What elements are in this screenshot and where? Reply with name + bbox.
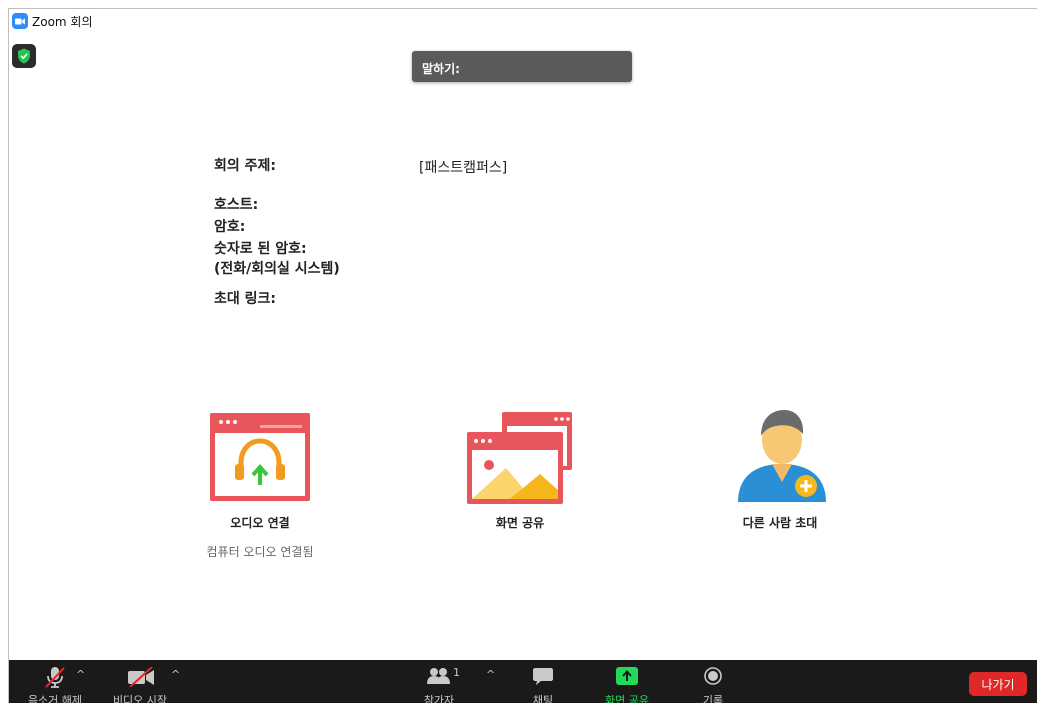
numeric-password-sublabel: (전화/회의실 시스템) [214, 261, 340, 277]
headphones-upload-icon [210, 413, 310, 501]
chat-button[interactable]: 채팅 [523, 660, 563, 703]
topic-value: [패스트캠퍼스] [419, 160, 508, 176]
audio-options-caret[interactable]: ^ [76, 668, 85, 681]
host-label: 호스트: [214, 197, 259, 213]
leave-meeting-button[interactable]: 나가기 [969, 672, 1027, 696]
invite-others-label: 다른 사람 초대 [742, 516, 818, 530]
record-label: 기록 [702, 694, 724, 703]
share-screen-button[interactable]: 화면 공유 [597, 660, 657, 703]
share-screen-windows-icon [467, 412, 572, 504]
title-bar: Zoom 회의 [9, 9, 93, 33]
security-shield-icon[interactable] [12, 44, 36, 68]
video-camera-off-icon [128, 667, 154, 687]
start-video-label: 비디오 시작 [112, 694, 168, 703]
participants-button[interactable]: 1 참가자 [413, 660, 465, 703]
microphone-muted-icon [45, 667, 65, 688]
unmute-label: 음소거 해제 [27, 694, 83, 703]
participants-icon [427, 668, 450, 684]
person-add-icon [738, 410, 826, 502]
start-video-button[interactable]: 비디오 시작 [105, 660, 175, 703]
audio-status-text: 컴퓨터 오디오 연결됨 [206, 545, 314, 559]
video-options-caret[interactable]: ^ [171, 668, 180, 681]
numeric-password-label: 숫자로 된 암호: [214, 241, 307, 257]
participants-options-caret[interactable]: ^ [486, 668, 495, 681]
window-title: Zoom 회의 [32, 14, 93, 29]
topic-label: 회의 주제: [214, 158, 276, 174]
join-audio-label: 오디오 연결 [230, 516, 290, 530]
chat-bubble-icon [533, 668, 553, 685]
unmute-button[interactable]: 음소거 해제 [17, 660, 93, 703]
zoom-app-icon [12, 13, 28, 29]
speaking-label: 말하기: [422, 62, 460, 76]
invite-link-label: 초대 링크: [214, 291, 276, 307]
meeting-window [8, 8, 1037, 703]
chat-label: 채팅 [532, 694, 554, 703]
record-icon [704, 667, 722, 685]
participants-count: 1 [453, 666, 460, 679]
share-screen-toolbar-label: 화면 공유 [605, 694, 649, 703]
share-screen-label: 화면 공유 [495, 516, 545, 530]
speaking-indicator: 말하기: [412, 51, 632, 82]
record-button[interactable]: 기록 [695, 660, 731, 703]
participants-label: 참가자 [423, 694, 455, 703]
meeting-toolbar: 음소거 해제 ^ 비디오 시작 ^ 1 참가자 ^ 채팅 화면 공유 기록 나가… [9, 660, 1037, 703]
password-label: 암호: [214, 219, 246, 235]
share-screen-arrow-icon [616, 667, 638, 685]
